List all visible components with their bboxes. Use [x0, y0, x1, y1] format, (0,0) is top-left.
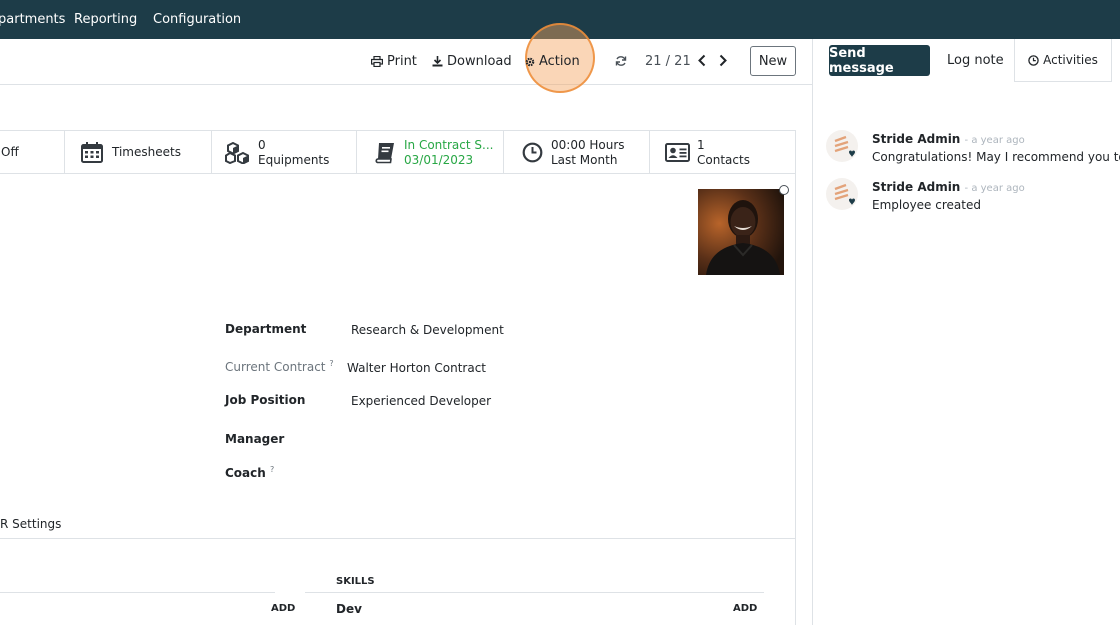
activities-button[interactable]: Activities	[1014, 39, 1112, 82]
nav-item-departments[interactable]: partments	[0, 12, 65, 27]
chatter-message: Stride Admin - a year ago Congratulation…	[826, 130, 1120, 170]
contract-smart-button[interactable]: In Contract S... 03/01/2023	[356, 131, 503, 174]
contacts-count: 1	[697, 138, 705, 152]
print-label: Print	[387, 54, 417, 69]
equipments-smart-button[interactable]: 0 Equipments	[211, 131, 356, 174]
department-label: Department	[225, 322, 307, 336]
skill-type-name: Dev	[336, 602, 362, 616]
nav-item-configuration[interactable]: Configuration	[153, 12, 241, 27]
coach-label: Coach ?	[225, 465, 274, 480]
contacts-smart-button[interactable]: 1 Contacts	[649, 131, 796, 174]
coach-label-text: Coach	[225, 466, 266, 480]
control-panel: Print Download Action 21 / 21 New	[0, 23, 812, 93]
resume-add-button[interactable]: ADD	[271, 603, 295, 614]
message-timestamp: - a year ago	[964, 135, 1025, 146]
print-icon	[371, 56, 383, 67]
hours-label: Last Month	[551, 153, 618, 167]
hours-smart-button[interactable]: 00:00 Hours Last Month	[503, 131, 649, 174]
equipments-label: Equipments	[258, 153, 330, 167]
department-field[interactable]: Research & Development	[351, 323, 504, 337]
chevron-left-icon[interactable]	[697, 54, 707, 67]
action-label: Action	[539, 54, 580, 69]
author-name[interactable]: Stride Admin	[872, 180, 960, 194]
download-button[interactable]: Download	[432, 54, 512, 69]
nav-item-reporting[interactable]: Reporting	[74, 12, 137, 27]
clock-icon	[522, 142, 543, 163]
smart-buttons-row: Off Timesheets 0 Equipments In Contract …	[0, 130, 796, 174]
form-sheet: Off Timesheets 0 Equipments In Contract …	[0, 130, 796, 625]
author-name[interactable]: Stride Admin	[872, 132, 960, 146]
resume-divider	[0, 592, 275, 593]
tabs-divider	[0, 538, 796, 539]
skills-divider	[305, 592, 764, 593]
author-avatar[interactable]	[826, 130, 858, 162]
skills-add-button[interactable]: ADD	[733, 603, 757, 614]
message-body: Congratulations! May I recommend you to …	[872, 150, 1120, 164]
tab-hr-settings[interactable]: R Settings	[0, 517, 61, 531]
chatter-panel: Send message Log note Activities Stride …	[812, 39, 1120, 625]
current-contract-help-icon[interactable]: ?	[329, 359, 333, 368]
timeoff-smart-button[interactable]: Off	[0, 131, 64, 174]
employee-avatar[interactable]	[698, 189, 784, 275]
cubes-icon	[225, 142, 249, 164]
pager-value[interactable]: 21 / 21	[645, 54, 691, 69]
download-icon	[432, 56, 443, 67]
action-button[interactable]: Action	[525, 54, 580, 69]
employee-photo-image	[698, 189, 784, 275]
coach-help-icon[interactable]: ?	[270, 465, 274, 474]
timesheets-smart-button[interactable]: Timesheets	[64, 131, 211, 174]
skills-header: SKILLS	[336, 576, 375, 587]
contract-date: 03/01/2023	[404, 153, 474, 167]
chatter-message: Stride Admin - a year ago Employee creat…	[826, 178, 1120, 218]
form-view: Print Download Action 21 / 21 New Off Ti…	[0, 23, 812, 625]
hours-value: 00:00 Hours	[551, 138, 625, 152]
manager-label: Manager	[225, 432, 285, 446]
calendar-icon	[81, 142, 103, 163]
refresh-icon[interactable]	[615, 55, 627, 67]
job-position-label: Job Position	[225, 393, 306, 407]
gear-icon	[525, 57, 535, 66]
log-note-button[interactable]: Log note	[947, 53, 1004, 68]
clock-icon	[1028, 54, 1039, 66]
equipments-count: 0	[258, 138, 266, 152]
author-avatar[interactable]	[826, 178, 858, 210]
contact-card-icon	[665, 143, 690, 162]
contract-status: In Contract S...	[404, 138, 494, 152]
message-author: Stride Admin - a year ago	[872, 132, 1025, 146]
job-position-field[interactable]: Experienced Developer	[351, 394, 491, 408]
new-button[interactable]: New	[750, 46, 796, 76]
presence-status-icon	[779, 185, 789, 195]
timesheets-label: Timesheets	[112, 145, 181, 159]
message-author: Stride Admin - a year ago	[872, 180, 1025, 194]
activities-label: Activities	[1043, 53, 1098, 67]
current-contract-field[interactable]: Walter Horton Contract	[347, 361, 486, 375]
message-body: Employee created	[872, 198, 981, 212]
message-timestamp: - a year ago	[964, 183, 1025, 194]
send-message-button[interactable]: Send message	[829, 45, 930, 76]
print-button[interactable]: Print	[371, 54, 417, 69]
chevron-right-icon[interactable]	[718, 54, 728, 67]
current-contract-label: Current Contract ?	[225, 359, 334, 374]
contacts-label: Contacts	[697, 153, 750, 167]
book-icon	[375, 143, 394, 164]
download-label: Download	[447, 54, 512, 69]
timeoff-label: Off	[1, 145, 19, 159]
current-contract-label-text: Current Contract	[225, 360, 326, 374]
